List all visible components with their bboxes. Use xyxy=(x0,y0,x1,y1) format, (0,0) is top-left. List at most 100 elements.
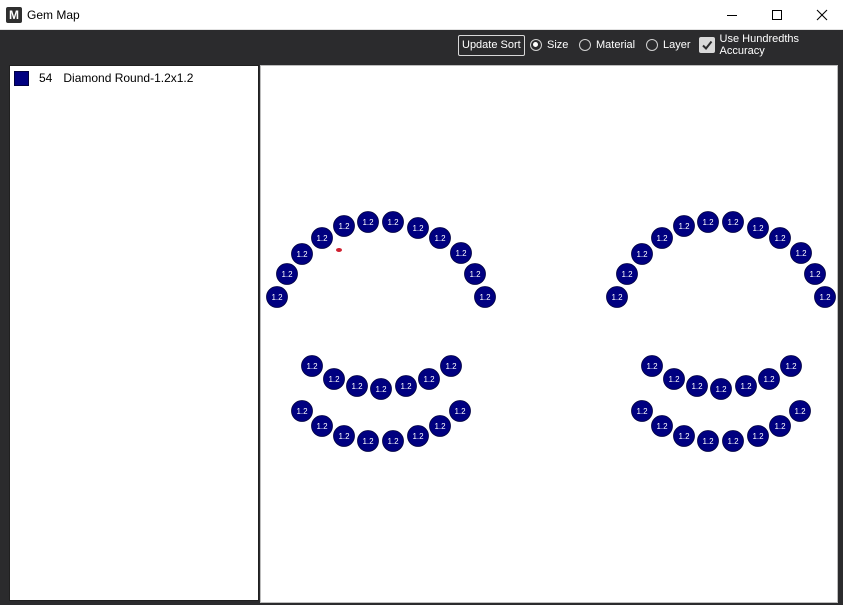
gem-marker[interactable]: 1.2 xyxy=(440,355,462,377)
gem-marker[interactable]: 1.2 xyxy=(301,355,323,377)
gem-size-label: 1.2 xyxy=(702,218,714,227)
gem-marker[interactable]: 1.2 xyxy=(631,400,653,422)
minimize-button[interactable] xyxy=(710,0,754,30)
gem-marker[interactable]: 1.2 xyxy=(323,368,345,390)
gem-size-label: 1.2 xyxy=(656,234,668,243)
gem-marker[interactable]: 1.2 xyxy=(418,368,440,390)
gem-size-label: 1.2 xyxy=(271,293,283,302)
gem-marker[interactable]: 1.2 xyxy=(606,286,628,308)
sort-by-size-option[interactable]: Size xyxy=(530,36,568,54)
gem-size-label: 1.2 xyxy=(715,385,727,394)
gem-size-label: 1.2 xyxy=(636,250,648,259)
gem-size-label: 1.2 xyxy=(423,375,435,384)
gem-marker[interactable]: 1.2 xyxy=(651,227,673,249)
gem-size-label: 1.2 xyxy=(387,437,399,446)
gem-marker[interactable]: 1.2 xyxy=(722,430,744,452)
gem-marker[interactable]: 1.2 xyxy=(291,243,313,265)
gem-size-label: 1.2 xyxy=(338,222,350,231)
gem-marker[interactable]: 1.2 xyxy=(747,425,769,447)
gem-map-panel[interactable]: 1.2 1.2 1.2 1.2 1.2 1.2 1.2 1.2 1.2 1.2 1.2 1.2 1.2 1… xyxy=(260,65,838,603)
gem-marker[interactable]: 1.2 xyxy=(395,375,417,397)
gem-marker[interactable]: 1.2 xyxy=(814,286,836,308)
gem-marker[interactable]: 1.2 xyxy=(673,425,695,447)
size-radio[interactable] xyxy=(530,39,542,51)
title-bar: M Gem Map xyxy=(0,0,843,30)
gem-marker[interactable]: 1.2 xyxy=(697,211,719,233)
gem-size-label: 1.2 xyxy=(479,293,491,302)
gem-marker[interactable]: 1.2 xyxy=(311,227,333,249)
gem-size-label: 1.2 xyxy=(316,234,328,243)
layer-radio[interactable] xyxy=(646,39,658,51)
hundredths-accuracy-option[interactable]: Use Hundredths Accuracy xyxy=(699,33,843,57)
gem-marker[interactable]: 1.2 xyxy=(407,217,429,239)
sort-by-material-option[interactable]: Material xyxy=(579,36,635,54)
gem-marker[interactable]: 1.2 xyxy=(673,215,695,237)
gem-marker[interactable]: 1.2 xyxy=(804,263,826,285)
gem-marker[interactable]: 1.2 xyxy=(616,263,638,285)
gem-marker[interactable]: 1.2 xyxy=(382,430,404,452)
gem-marker[interactable]: 1.2 xyxy=(474,286,496,308)
gem-marker[interactable]: 1.2 xyxy=(697,430,719,452)
gem-size-label: 1.2 xyxy=(338,432,350,441)
gem-size-label: 1.2 xyxy=(362,218,374,227)
gem-marker[interactable]: 1.2 xyxy=(333,215,355,237)
gem-size-label: 1.2 xyxy=(351,382,363,391)
gem-size-label: 1.2 xyxy=(752,224,764,233)
gem-size-label: 1.2 xyxy=(678,222,690,231)
gem-marker[interactable]: 1.2 xyxy=(722,211,744,233)
gem-marker[interactable]: 1.2 xyxy=(789,400,811,422)
gem-marker[interactable]: 1.2 xyxy=(429,227,451,249)
gem-marker[interactable]: 1.2 xyxy=(333,425,355,447)
gem-size-label: 1.2 xyxy=(819,293,831,302)
gem-marker[interactable]: 1.2 xyxy=(311,415,333,437)
gem-marker[interactable]: 1.2 xyxy=(370,378,392,400)
gem-map-canvas[interactable]: 1.2 1.2 1.2 1.2 1.2 1.2 1.2 1.2 1.2 1.2 1.2 1.2 1.2 1… xyxy=(261,66,839,604)
gem-size-label: 1.2 xyxy=(469,270,481,279)
gem-size-label: 1.2 xyxy=(434,234,446,243)
layer-label: Layer xyxy=(663,39,691,51)
gem-marker[interactable]: 1.2 xyxy=(641,355,663,377)
close-button[interactable] xyxy=(800,0,843,30)
gem-marker[interactable]: 1.2 xyxy=(407,425,429,447)
gem-marker[interactable]: 1.2 xyxy=(686,375,708,397)
gem-marker[interactable]: 1.2 xyxy=(631,243,653,265)
gem-marker[interactable]: 1.2 xyxy=(769,415,791,437)
gem-marker[interactable]: 1.2 xyxy=(464,263,486,285)
gem-size-label: 1.2 xyxy=(727,437,739,446)
gem-marker[interactable]: 1.2 xyxy=(790,242,812,264)
gem-marker[interactable]: 1.2 xyxy=(651,415,673,437)
gem-size-label: 1.2 xyxy=(740,382,752,391)
gem-marker[interactable]: 1.2 xyxy=(735,375,757,397)
gem-marker[interactable]: 1.2 xyxy=(276,263,298,285)
gem-size-label: 1.2 xyxy=(774,422,786,431)
gem-size-label: 1.2 xyxy=(646,362,658,371)
gem-marker[interactable]: 1.2 xyxy=(758,368,780,390)
gem-size-label: 1.2 xyxy=(454,407,466,416)
hundredths-accuracy-checkbox[interactable] xyxy=(699,36,715,53)
gem-marker[interactable]: 1.2 xyxy=(780,355,802,377)
list-item[interactable]: 54 Diamond Round-1.2x1.2 xyxy=(14,70,193,86)
sort-by-layer-option[interactable]: Layer xyxy=(646,36,691,54)
gem-marker[interactable]: 1.2 xyxy=(346,375,368,397)
gem-marker[interactable]: 1.2 xyxy=(747,217,769,239)
gem-marker[interactable]: 1.2 xyxy=(663,368,685,390)
update-sort-button[interactable]: Update Sort xyxy=(458,35,525,56)
gem-marker[interactable]: 1.2 xyxy=(291,400,313,422)
gem-size-label: 1.2 xyxy=(611,293,623,302)
gem-marker[interactable]: 1.2 xyxy=(266,286,288,308)
gem-marker[interactable]: 1.2 xyxy=(429,415,451,437)
gem-size-label: 1.2 xyxy=(809,270,821,279)
material-radio[interactable] xyxy=(579,39,591,51)
gem-marker[interactable]: 1.2 xyxy=(357,430,379,452)
maximize-button[interactable] xyxy=(755,0,799,30)
app-logo-icon: M xyxy=(6,7,22,23)
gem-marker[interactable]: 1.2 xyxy=(357,211,379,233)
gem-marker[interactable]: 1.2 xyxy=(449,400,471,422)
gem-size-label: 1.2 xyxy=(445,362,457,371)
gem-marker[interactable]: 1.2 xyxy=(710,378,732,400)
gem-marker[interactable]: 1.2 xyxy=(382,211,404,233)
gem-marker[interactable]: 1.2 xyxy=(769,227,791,249)
gem-size-label: 1.2 xyxy=(400,382,412,391)
gem-marker[interactable]: 1.2 xyxy=(450,242,472,264)
gem-size-label: 1.2 xyxy=(656,422,668,431)
